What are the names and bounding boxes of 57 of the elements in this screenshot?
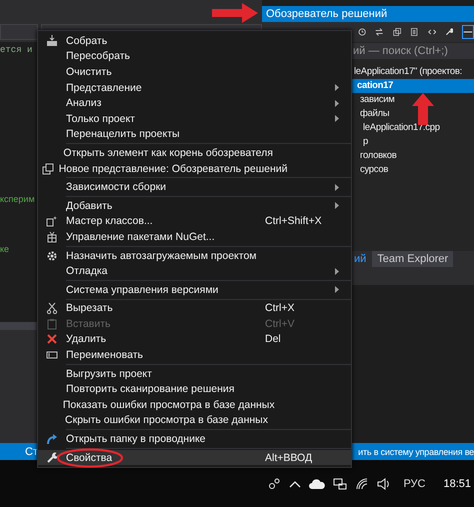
- build-icon: [46, 34, 58, 47]
- menu-item[interactable]: Отладка: [38, 263, 351, 279]
- menu-item[interactable]: Мастер классов... Ctrl+Shift+X: [38, 214, 351, 230]
- code-text: ке: [0, 244, 10, 254]
- annotation-arrow: [212, 3, 258, 23]
- cloud-icon[interactable]: [309, 478, 326, 490]
- wifi-icon[interactable]: [355, 476, 370, 490]
- menu-item[interactable]: Очистить: [38, 64, 351, 80]
- package-icon: [46, 230, 58, 243]
- menu-item[interactable]: Показать ошибки просмотра в базе данных: [38, 397, 351, 413]
- panel-title: Обозреватель решений: [262, 6, 474, 22]
- class-wizard-icon: [46, 215, 58, 228]
- menu-item[interactable]: Добавить: [38, 198, 351, 214]
- menu-item[interactable]: Управление пакетами NuGet...: [38, 229, 351, 245]
- annotation-arrow: [412, 93, 434, 125]
- code-text: ется и: [0, 45, 32, 55]
- pin-icon[interactable]: [462, 25, 474, 39]
- clock-icon[interactable]: [358, 26, 366, 38]
- curved-arrow-icon: [46, 433, 58, 446]
- wrench-icon[interactable]: [444, 26, 454, 38]
- menu-item[interactable]: Свойства Alt+ВВОД: [38, 450, 351, 466]
- code-text: ксперим: [0, 194, 35, 204]
- language-indicator[interactable]: РУС: [403, 478, 426, 490]
- menu-item[interactable]: Удалить Del: [38, 332, 351, 348]
- menu-item[interactable]: Назначить автозагружаемым проектом: [38, 248, 351, 264]
- menu-item[interactable]: Анализ: [38, 95, 351, 111]
- speaker-icon[interactable]: [377, 476, 392, 490]
- menu-item[interactable]: Только проект: [38, 110, 351, 127]
- menu-item[interactable]: Открыть папку в проводнике: [38, 431, 351, 447]
- clock-text[interactable]: 18:51: [443, 478, 471, 490]
- chevron-up-icon[interactable]: [289, 478, 302, 488]
- menu-item[interactable]: Повторить сканирование решения: [38, 381, 351, 398]
- menu-item[interactable]: Система управления версиями: [38, 282, 351, 298]
- copy-icon[interactable]: [392, 26, 402, 38]
- panel-tab[interactable]: Team Explorer: [372, 251, 454, 267]
- menu-item[interactable]: Открыть элемент как корень обозревателя: [38, 145, 351, 161]
- menu-item[interactable]: Новое представление: Обозреватель решений: [38, 160, 351, 176]
- delete-icon: [46, 333, 58, 346]
- menu-item[interactable]: Скрыть ошибки просмотра в базе данных: [38, 412, 351, 428]
- menu-item[interactable]: Перенацелить проекты: [38, 126, 351, 142]
- panel-tab[interactable]: ий: [354, 251, 366, 267]
- menu-item[interactable]: Зависимости сборки: [38, 179, 351, 195]
- menu-item[interactable]: Переименовать: [38, 347, 351, 363]
- network-icon[interactable]: [333, 476, 348, 490]
- dropdown-field[interactable]: [0, 24, 38, 40]
- status-text: Ст: [25, 446, 38, 458]
- rename-icon: [46, 349, 58, 362]
- sync-icon[interactable]: [375, 26, 384, 38]
- wrench-icon: [46, 452, 58, 464]
- status-text[interactable]: ить в систему управления ве: [358, 446, 474, 456]
- windows-icon: [42, 162, 54, 175]
- settings-icon: [46, 250, 58, 262]
- document-icon[interactable]: [410, 26, 418, 38]
- menu-item[interactable]: Выгрузить проект: [38, 366, 351, 382]
- clipboard-icon: [46, 318, 58, 330]
- menu-item[interactable]: Вырезать Ctrl+X: [38, 300, 351, 316]
- scissors-icon: [46, 302, 58, 314]
